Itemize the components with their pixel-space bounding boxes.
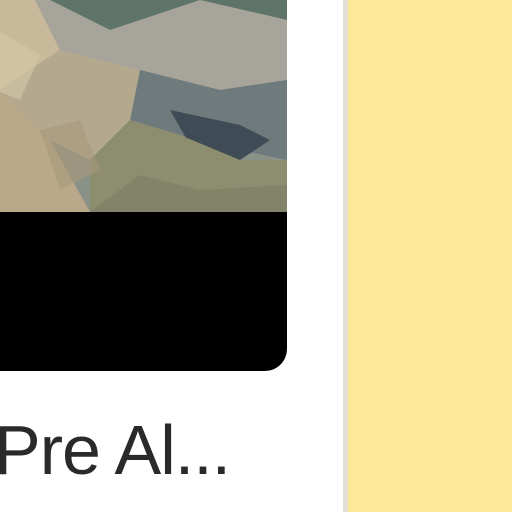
cover-art-graphic <box>0 0 287 212</box>
album-title[interactable]: Pre Al... <box>0 408 294 492</box>
album-cover-image[interactable] <box>0 0 287 212</box>
album-card[interactable] <box>0 0 287 371</box>
side-panel <box>348 0 512 512</box>
app-viewport: Pre Al... <box>0 0 512 512</box>
